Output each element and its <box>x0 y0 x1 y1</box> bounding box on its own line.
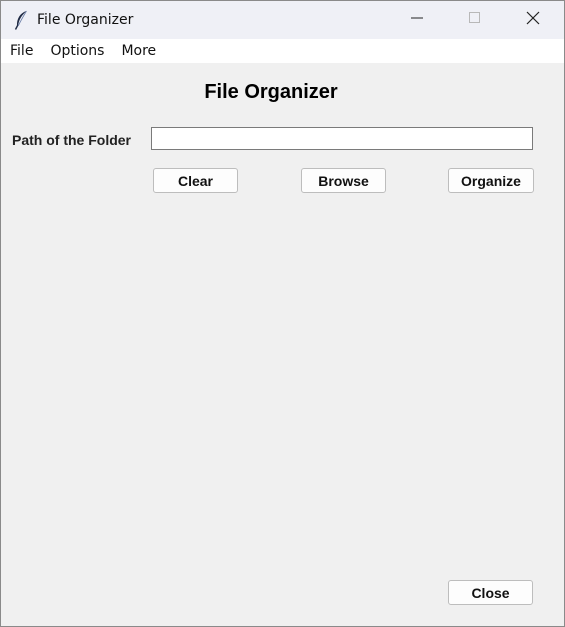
organize-button[interactable]: Organize <box>448 168 534 193</box>
menu-more[interactable]: More <box>112 39 164 63</box>
minimize-button[interactable] <box>388 1 446 39</box>
page-title: File Organizer <box>204 81 338 103</box>
close-button[interactable]: Close <box>448 580 533 605</box>
folder-path-input[interactable] <box>151 127 533 150</box>
close-icon <box>526 11 540 30</box>
menu-options[interactable]: Options <box>41 39 112 63</box>
maximize-button[interactable] <box>446 1 504 39</box>
browse-button[interactable]: Browse <box>301 168 386 193</box>
app-window: File Organizer File Options More File Or… <box>0 0 565 627</box>
feather-icon <box>13 10 29 30</box>
menu-file[interactable]: File <box>1 39 41 63</box>
close-window-button[interactable] <box>504 1 562 39</box>
window-title: File Organizer <box>37 12 134 28</box>
menu-bar: File Options More <box>1 39 564 63</box>
title-bar[interactable]: File Organizer <box>1 1 564 39</box>
path-label: Path of the Folder <box>12 132 131 148</box>
maximize-icon <box>469 11 481 29</box>
clear-button[interactable]: Clear <box>153 168 238 193</box>
minimize-icon <box>410 11 424 30</box>
